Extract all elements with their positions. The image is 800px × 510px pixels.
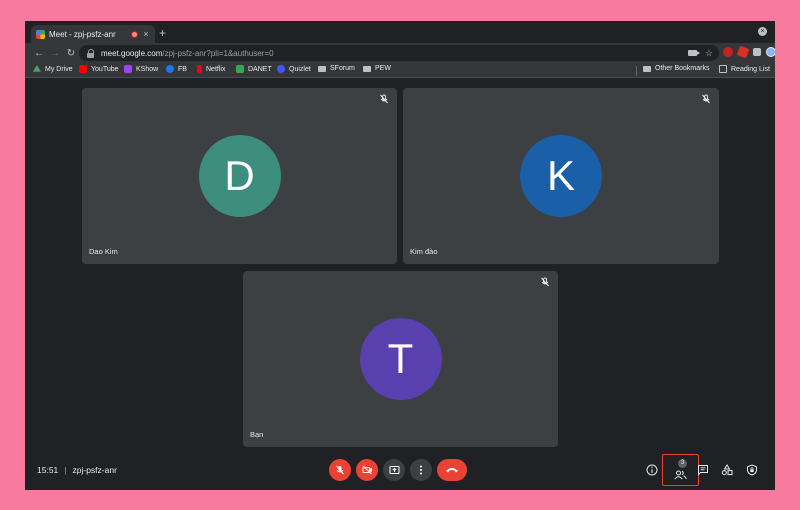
- bookmarks-bar: My Drive YouTube KShow FB Netflix DANET …: [25, 63, 775, 78]
- meeting-controls-bar: 15:51 | zpj-psfz-anr 3: [25, 453, 775, 490]
- netflix-icon: [197, 65, 202, 73]
- end-call-button[interactable]: [437, 459, 467, 481]
- meeting-stage: D Dao Kim K Kim đào T Bạn: [25, 79, 775, 453]
- participant-tile[interactable]: T Bạn: [243, 271, 558, 447]
- toggle-camera-button[interactable]: [356, 459, 378, 481]
- shield-lock-icon: [747, 464, 757, 476]
- tab-meet[interactable]: Meet - zpj-psfz-anr ×: [31, 25, 155, 43]
- profile-avatar-icon[interactable]: [766, 47, 775, 57]
- bookmark-kshow[interactable]: KShow: [124, 65, 158, 73]
- bookmark-other-bookmarks[interactable]: Other Bookmarks: [643, 65, 709, 72]
- quizlet-icon: [277, 65, 285, 73]
- bookmark-reading-list[interactable]: Reading List: [719, 65, 770, 73]
- participant-name: Bạn: [250, 430, 264, 439]
- people-icon: [674, 470, 687, 480]
- window-close-button[interactable]: ×: [758, 27, 767, 36]
- mic-off-icon: [336, 465, 344, 475]
- participant-avatar: D: [198, 135, 281, 217]
- bookmark-label: KShow: [136, 65, 159, 73]
- meet-favicon-icon: [36, 29, 45, 39]
- participant-avatar: K: [520, 135, 602, 217]
- bookmark-star-icon[interactable]: ☆: [705, 48, 713, 58]
- facebook-icon: [166, 65, 174, 73]
- more-options-button[interactable]: [410, 459, 432, 481]
- browser-toolbar: ← → ↻ meet.google.com /zpj-psfz-anr?pli=…: [25, 43, 775, 63]
- chat-button[interactable]: [695, 462, 711, 478]
- meeting-info: 15:51 | zpj-psfz-anr: [37, 465, 117, 475]
- present-screen-button[interactable]: [383, 459, 405, 481]
- bookmark-label: FB: [178, 65, 187, 73]
- mic-muted-icon: [702, 94, 710, 104]
- url-path: /zpj-psfz-anr?pli=1&authuser=0: [162, 48, 274, 58]
- kshow-icon: [124, 65, 132, 73]
- present-icon: [389, 466, 399, 474]
- toggle-mic-button[interactable]: [329, 459, 351, 481]
- new-tab-button[interactable]: +: [159, 26, 166, 40]
- reload-button[interactable]: ↻: [63, 48, 79, 59]
- show-everyone-button[interactable]: 3: [662, 454, 699, 486]
- people-count-badge: 3: [678, 459, 687, 468]
- tab-strip: Meet - zpj-psfz-anr × + ×: [25, 21, 775, 43]
- end-call-icon: [446, 468, 458, 473]
- chat-icon: [698, 465, 708, 476]
- info-icon: [646, 464, 658, 476]
- omnibox-actions: ☆: [687, 48, 713, 58]
- bookmark-youtube[interactable]: YouTube: [79, 65, 119, 73]
- danet-icon: [236, 65, 244, 73]
- participant-tile[interactable]: K Kim đào: [403, 88, 719, 264]
- bookmark-netflix[interactable]: Netflix: [197, 65, 225, 73]
- bookmark-label: Other Bookmarks: [655, 65, 710, 72]
- lock-icon[interactable]: [87, 48, 95, 58]
- more-vert-icon: [420, 465, 422, 475]
- bookmark-label: Quizlet: [289, 65, 311, 73]
- meeting-time: 15:51: [37, 465, 59, 475]
- meeting-details-button[interactable]: [644, 462, 660, 478]
- bookmark-label: YouTube: [91, 65, 119, 73]
- camera-off-icon: [362, 465, 372, 475]
- mic-muted-icon: [541, 277, 549, 287]
- participant-tile[interactable]: D Dao Kim: [82, 88, 397, 264]
- youtube-icon: [79, 65, 87, 73]
- bookmark-label: PEW: [375, 65, 391, 72]
- host-controls-button[interactable]: [744, 462, 760, 478]
- participant-avatar: T: [359, 318, 442, 400]
- tab-title: Meet - zpj-psfz-anr: [49, 29, 116, 39]
- url-host: meet.google.com: [101, 48, 163, 58]
- participant-name: Dao Kim: [89, 247, 118, 256]
- browser-window: Meet - zpj-psfz-anr × + × ← → ↻ meet.goo…: [25, 21, 775, 490]
- tab-close-icon[interactable]: ×: [142, 29, 150, 39]
- activities-button[interactable]: [719, 462, 735, 478]
- bookmark-my-drive[interactable]: My Drive: [33, 65, 73, 73]
- bookmark-sforum[interactable]: SForum: [318, 65, 355, 72]
- bookmark-label: DANET: [248, 65, 272, 73]
- recording-indicator-icon: [131, 30, 138, 38]
- folder-icon: [363, 65, 371, 72]
- drive-icon: [33, 65, 41, 72]
- participant-name: Kim đào: [410, 247, 438, 256]
- meeting-info-separator: |: [64, 465, 67, 475]
- reading-list-icon: [719, 65, 727, 73]
- mic-muted-icon: [380, 94, 388, 104]
- activities-icon: [721, 464, 733, 476]
- forward-button[interactable]: →: [47, 48, 63, 59]
- extension-guitar-icon[interactable]: [736, 45, 750, 59]
- bookmark-pew[interactable]: PEW: [363, 65, 391, 72]
- bookmark-label: SForum: [330, 65, 355, 72]
- meeting-code: zpj-psfz-anr: [72, 465, 117, 475]
- camera-in-use-icon[interactable]: [687, 50, 700, 56]
- folder-icon: [643, 65, 651, 72]
- bookmarks-divider: [636, 66, 637, 76]
- address-bar[interactable]: meet.google.com /zpj-psfz-anr?pli=1&auth…: [79, 45, 719, 61]
- folder-icon: [318, 65, 326, 72]
- bookmark-label: Netflix: [206, 65, 226, 73]
- bookmark-label: My Drive: [45, 65, 73, 73]
- back-button[interactable]: ←: [31, 48, 47, 59]
- bookmark-quizlet[interactable]: Quizlet: [277, 65, 311, 73]
- extensions: ⋮: [723, 45, 775, 59]
- bookmark-label: Reading List: [731, 65, 770, 73]
- extensions-puzzle-icon[interactable]: [753, 48, 761, 56]
- extension-adblock-icon[interactable]: [723, 47, 733, 57]
- bookmark-fb[interactable]: FB: [166, 65, 187, 73]
- bookmark-danet[interactable]: DANET: [236, 65, 272, 73]
